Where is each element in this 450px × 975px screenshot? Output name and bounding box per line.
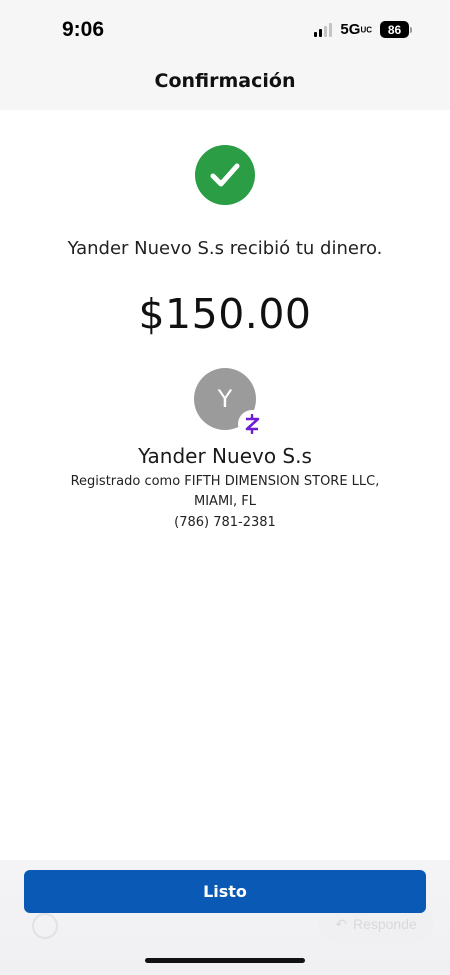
done-button[interactable]: Listo — [24, 870, 426, 913]
payment-confirmation-screen: 9:06 5GUC 86 Confirmación Yander Nuevo S… — [0, 0, 450, 975]
network-label: 5GUC — [340, 21, 372, 38]
signal-icon — [314, 22, 333, 37]
network-type: 5G — [340, 21, 361, 38]
home-indicator[interactable] — [145, 958, 305, 963]
status-bar: 9:06 5GUC 86 — [0, 0, 450, 62]
emoji-icon — [32, 913, 58, 939]
zelle-icon — [238, 410, 266, 438]
reply-label: Responde — [352, 916, 417, 932]
zelle-logo-icon — [245, 414, 260, 434]
reply-arrow-icon: ↶ — [335, 915, 347, 932]
status-indicators: 5GUC 86 — [314, 21, 412, 38]
registered-as-text: Registrado como FIFTH DIMENSION STORE LL… — [70, 474, 380, 489]
recipient-location: MIAMI, FL — [194, 494, 256, 509]
page-title: Confirmación — [154, 70, 296, 92]
recipient-name: Yander Nuevo S.s — [138, 444, 312, 468]
network-suffix: UC — [360, 25, 372, 35]
recipient-phone: (786) 781-2381 — [174, 515, 276, 530]
received-message: Yander Nuevo S.s recibió tu dinero. — [67, 238, 383, 259]
status-time: 9:06 — [62, 18, 105, 41]
avatar-initial: Y — [217, 385, 233, 413]
battery-icon: 86 — [380, 21, 412, 38]
battery-level: 86 — [380, 21, 409, 38]
checkmark-icon — [210, 163, 240, 187]
check-circle-icon — [195, 145, 255, 205]
payment-amount: $150.00 — [138, 290, 312, 338]
